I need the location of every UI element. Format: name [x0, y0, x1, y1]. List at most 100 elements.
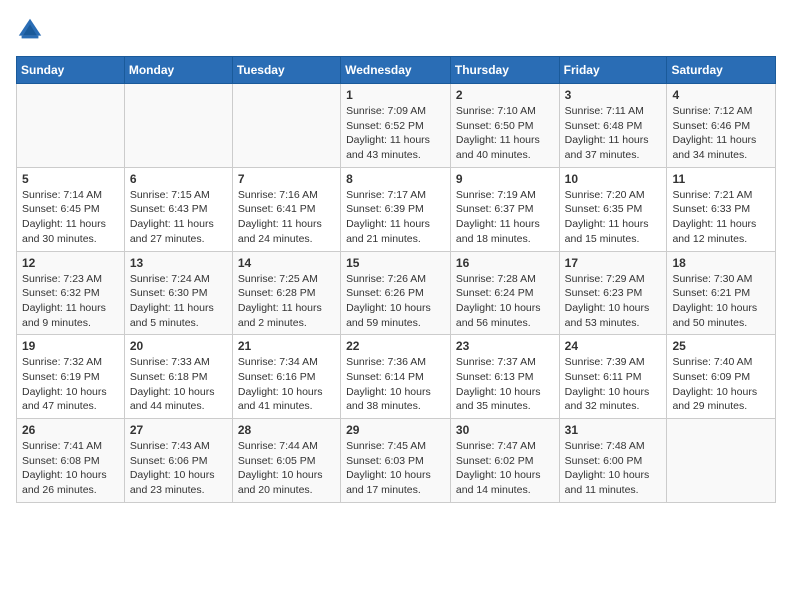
- day-number: 18: [672, 256, 770, 270]
- day-info: Sunrise: 7:43 AM Sunset: 6:06 PM Dayligh…: [130, 439, 227, 498]
- day-info: Sunrise: 7:15 AM Sunset: 6:43 PM Dayligh…: [130, 188, 227, 247]
- day-info: Sunrise: 7:24 AM Sunset: 6:30 PM Dayligh…: [130, 272, 227, 331]
- calendar-cell: 3Sunrise: 7:11 AM Sunset: 6:48 PM Daylig…: [559, 84, 667, 168]
- calendar-cell: 28 Sunrise: 7:44 AM Sunset: 6:05 PM Dayli…: [232, 419, 340, 503]
- day-info: Sunrise: 7:29 AM Sunset: 6:23 PM Dayligh…: [565, 272, 662, 331]
- day-info: Sunrise: 7:28 AM Sunset: 6:24 PM Dayligh…: [456, 272, 554, 331]
- day-info: Sunrise: 7:17 AM Sunset: 6:39 PM Dayligh…: [346, 188, 445, 247]
- day-number: 21: [238, 339, 335, 353]
- calendar-cell: 25 Sunrise: 7:40 AM Sunset: 6:09 PM Dayli…: [667, 335, 776, 419]
- day-number: 27: [130, 423, 227, 437]
- calendar-cell: 26 Sunrise: 7:41 AM Sunset: 6:08 PM Dayli…: [17, 419, 125, 503]
- logo: [16, 16, 48, 44]
- calendar-header: SundayMondayTuesdayWednesdayThursdayFrid…: [17, 57, 776, 84]
- calendar-cell: 8 Sunrise: 7:17 AM Sunset: 6:39 PM Daylig…: [341, 167, 451, 251]
- calendar-cell: 12 Sunrise: 7:23 AM Sunset: 6:32 PM Dayli…: [17, 251, 125, 335]
- calendar-cell: 22Sunrise: 7:36 AM Sunset: 6:14 PM Dayli…: [341, 335, 451, 419]
- day-number: 14: [238, 256, 335, 270]
- day-number: 6: [130, 172, 227, 186]
- weekday-header-sunday: Sunday: [17, 57, 125, 84]
- calendar-cell: 23 Sunrise: 7:37 AM Sunset: 6:13 PM Dayli…: [450, 335, 559, 419]
- day-info: Sunrise: 7:10 AM Sunset: 6:50 PM Dayligh…: [456, 104, 554, 163]
- calendar-cell: 4 Sunrise: 7:12 AM Sunset: 6:46 PM Daylig…: [667, 84, 776, 168]
- calendar-cell: 7 Sunrise: 7:16 AM Sunset: 6:41 PM Daylig…: [232, 167, 340, 251]
- calendar-cell: 31 Sunrise: 7:48 AM Sunset: 6:00 PM Dayli…: [559, 419, 667, 503]
- day-number: 19: [22, 339, 119, 353]
- calendar-week-row: 19 Sunrise: 7:32 AM Sunset: 6:19 PM Dayli…: [17, 335, 776, 419]
- day-info: Sunrise: 7:39 AM Sunset: 6:11 PM Dayligh…: [565, 355, 662, 414]
- calendar-cell: [232, 84, 340, 168]
- calendar-cell: 27 Sunrise: 7:43 AM Sunset: 6:06 PM Dayli…: [124, 419, 232, 503]
- calendar-cell: 13 Sunrise: 7:24 AM Sunset: 6:30 PM Dayli…: [124, 251, 232, 335]
- day-number: 26: [22, 423, 119, 437]
- day-info: Sunrise: 7:14 AM Sunset: 6:45 PM Dayligh…: [22, 188, 119, 247]
- day-number: 31: [565, 423, 662, 437]
- calendar-cell: 30 Sunrise: 7:47 AM Sunset: 6:02 PM Dayli…: [450, 419, 559, 503]
- day-info: Sunrise: 7:44 AM Sunset: 6:05 PM Dayligh…: [238, 439, 335, 498]
- day-number: 10: [565, 172, 662, 186]
- calendar-week-row: 1Sunrise: 7:09 AM Sunset: 6:52 PM Daylig…: [17, 84, 776, 168]
- calendar-cell: 5 Sunrise: 7:14 AM Sunset: 6:45 PM Daylig…: [17, 167, 125, 251]
- calendar-cell: [124, 84, 232, 168]
- day-number: 30: [456, 423, 554, 437]
- day-number: 22: [346, 339, 445, 353]
- calendar-week-row: 12 Sunrise: 7:23 AM Sunset: 6:32 PM Dayli…: [17, 251, 776, 335]
- day-number: 16: [456, 256, 554, 270]
- weekday-header-row: SundayMondayTuesdayWednesdayThursdayFrid…: [17, 57, 776, 84]
- calendar-cell: 19 Sunrise: 7:32 AM Sunset: 6:19 PM Dayli…: [17, 335, 125, 419]
- day-number: 13: [130, 256, 227, 270]
- day-info: Sunrise: 7:12 AM Sunset: 6:46 PM Dayligh…: [672, 104, 770, 163]
- calendar-cell: 2 Sunrise: 7:10 AM Sunset: 6:50 PM Daylig…: [450, 84, 559, 168]
- calendar-cell: 29Sunrise: 7:45 AM Sunset: 6:03 PM Dayli…: [341, 419, 451, 503]
- calendar-cell: 24 Sunrise: 7:39 AM Sunset: 6:11 PM Dayli…: [559, 335, 667, 419]
- calendar-cell: [667, 419, 776, 503]
- weekday-header-thursday: Thursday: [450, 57, 559, 84]
- day-info: Sunrise: 7:21 AM Sunset: 6:33 PM Dayligh…: [672, 188, 770, 247]
- weekday-header-saturday: Saturday: [667, 57, 776, 84]
- day-info: Sunrise: 7:48 AM Sunset: 6:00 PM Dayligh…: [565, 439, 662, 498]
- weekday-header-tuesday: Tuesday: [232, 57, 340, 84]
- day-info: Sunrise: 7:25 AM Sunset: 6:28 PM Dayligh…: [238, 272, 335, 331]
- calendar-cell: 14 Sunrise: 7:25 AM Sunset: 6:28 PM Dayli…: [232, 251, 340, 335]
- day-number: 5: [22, 172, 119, 186]
- day-number: 4: [672, 88, 770, 102]
- calendar-cell: 21 Sunrise: 7:34 AM Sunset: 6:16 PM Dayli…: [232, 335, 340, 419]
- day-info: Sunrise: 7:32 AM Sunset: 6:19 PM Dayligh…: [22, 355, 119, 414]
- day-number: 23: [456, 339, 554, 353]
- day-info: Sunrise: 7:34 AM Sunset: 6:16 PM Dayligh…: [238, 355, 335, 414]
- day-number: 2: [456, 88, 554, 102]
- day-number: 3: [565, 88, 662, 102]
- calendar-week-row: 26 Sunrise: 7:41 AM Sunset: 6:08 PM Dayli…: [17, 419, 776, 503]
- weekday-header-wednesday: Wednesday: [341, 57, 451, 84]
- day-number: 7: [238, 172, 335, 186]
- weekday-header-monday: Monday: [124, 57, 232, 84]
- day-number: 11: [672, 172, 770, 186]
- calendar-cell: 17 Sunrise: 7:29 AM Sunset: 6:23 PM Dayli…: [559, 251, 667, 335]
- day-number: 17: [565, 256, 662, 270]
- calendar-cell: 18Sunrise: 7:30 AM Sunset: 6:21 PM Dayli…: [667, 251, 776, 335]
- day-number: 25: [672, 339, 770, 353]
- day-info: Sunrise: 7:16 AM Sunset: 6:41 PM Dayligh…: [238, 188, 335, 247]
- day-info: Sunrise: 7:37 AM Sunset: 6:13 PM Dayligh…: [456, 355, 554, 414]
- day-number: 24: [565, 339, 662, 353]
- day-number: 9: [456, 172, 554, 186]
- calendar-table: SundayMondayTuesdayWednesdayThursdayFrid…: [16, 56, 776, 503]
- day-info: Sunrise: 7:41 AM Sunset: 6:08 PM Dayligh…: [22, 439, 119, 498]
- day-info: Sunrise: 7:45 AM Sunset: 6:03 PM Dayligh…: [346, 439, 445, 498]
- day-info: Sunrise: 7:09 AM Sunset: 6:52 PM Dayligh…: [346, 104, 445, 163]
- day-info: Sunrise: 7:47 AM Sunset: 6:02 PM Dayligh…: [456, 439, 554, 498]
- day-info: Sunrise: 7:23 AM Sunset: 6:32 PM Dayligh…: [22, 272, 119, 331]
- day-info: Sunrise: 7:40 AM Sunset: 6:09 PM Dayligh…: [672, 355, 770, 414]
- calendar-cell: 9Sunrise: 7:19 AM Sunset: 6:37 PM Daylig…: [450, 167, 559, 251]
- day-number: 20: [130, 339, 227, 353]
- logo-icon: [16, 16, 44, 44]
- day-number: 28: [238, 423, 335, 437]
- calendar-week-row: 5 Sunrise: 7:14 AM Sunset: 6:45 PM Daylig…: [17, 167, 776, 251]
- day-info: Sunrise: 7:20 AM Sunset: 6:35 PM Dayligh…: [565, 188, 662, 247]
- day-info: Sunrise: 7:33 AM Sunset: 6:18 PM Dayligh…: [130, 355, 227, 414]
- day-number: 8: [346, 172, 445, 186]
- calendar-cell: 11 Sunrise: 7:21 AM Sunset: 6:33 PM Dayli…: [667, 167, 776, 251]
- day-number: 12: [22, 256, 119, 270]
- page-header: [16, 16, 776, 44]
- calendar-cell: 15Sunrise: 7:26 AM Sunset: 6:26 PM Dayli…: [341, 251, 451, 335]
